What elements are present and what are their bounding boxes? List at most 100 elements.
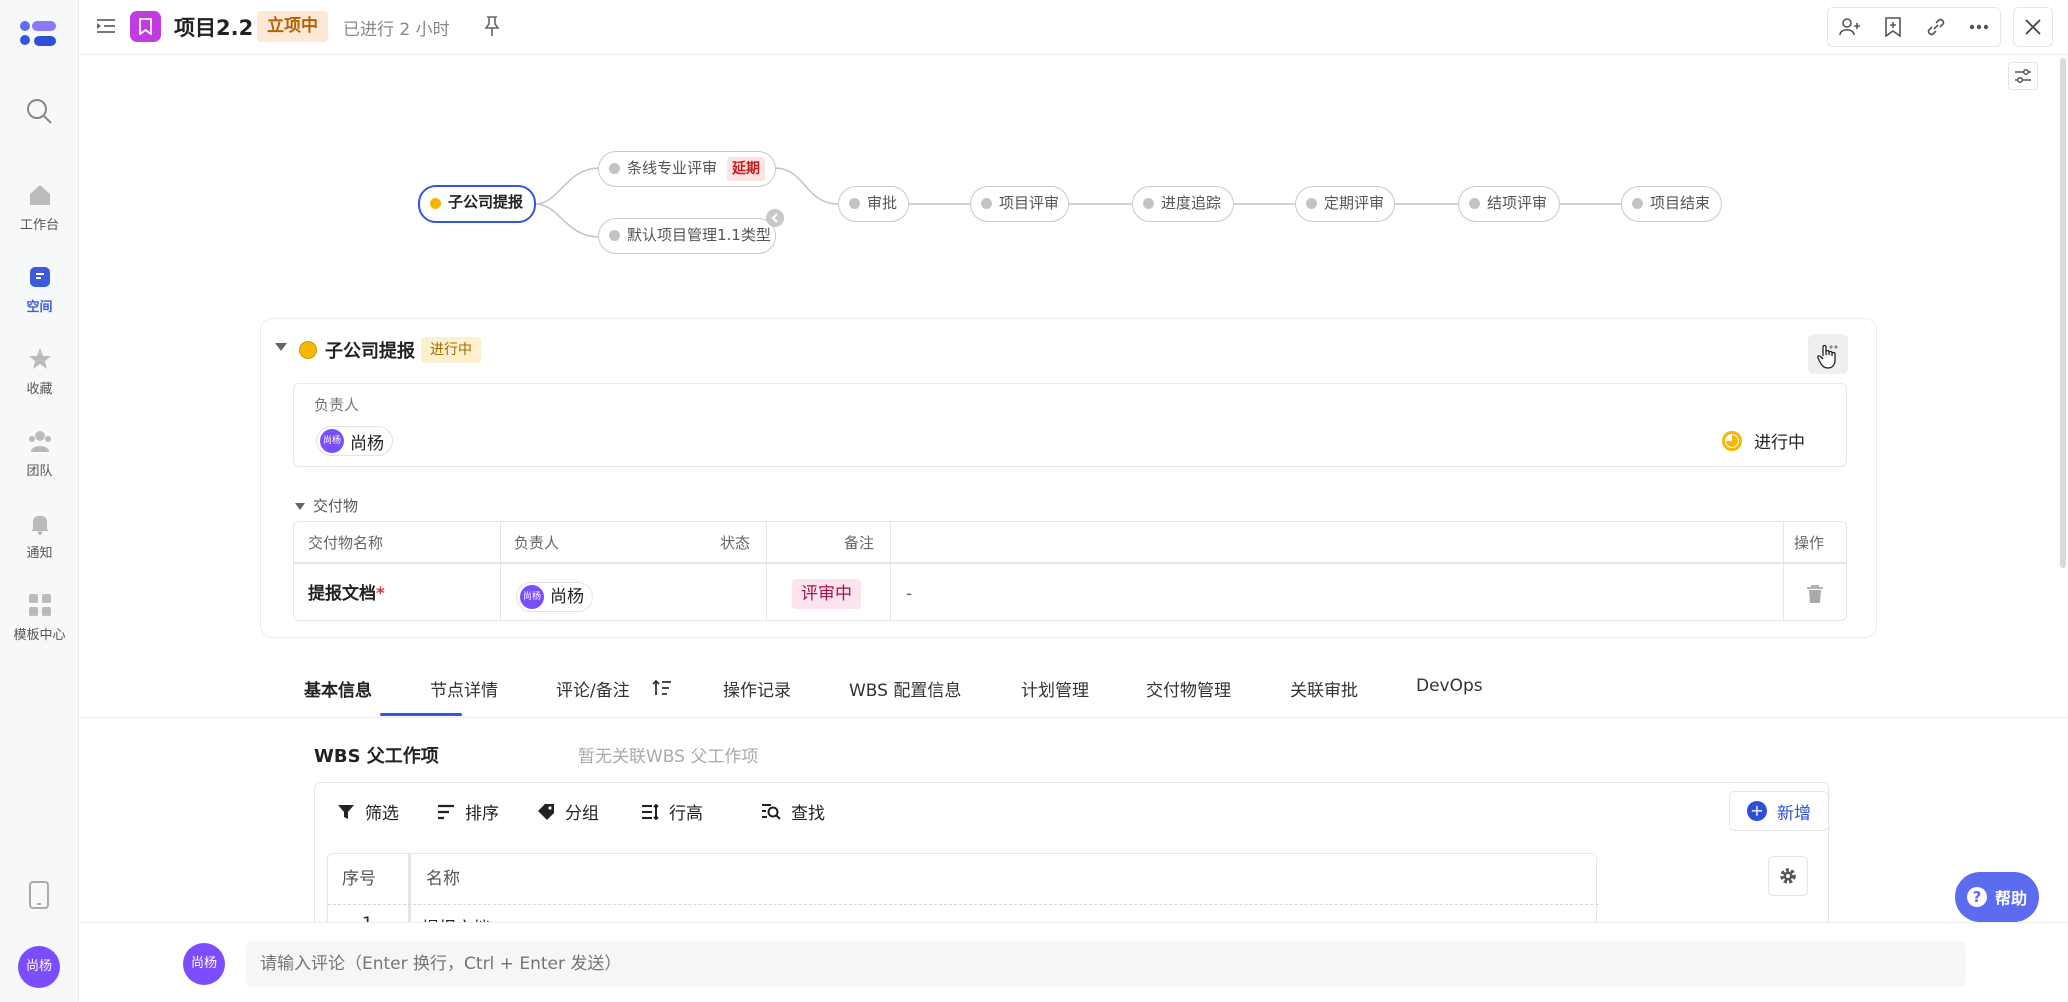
hand-cursor-icon: [1817, 344, 1838, 369]
sort-lines-icon: [438, 804, 454, 819]
status-dot: [849, 198, 860, 209]
tab-basic-info[interactable]: 基本信息: [304, 676, 372, 701]
sort-icon[interactable]: [652, 679, 672, 697]
find-icon: [762, 803, 781, 820]
status-dot: [1306, 198, 1317, 209]
tab-devops[interactable]: DevOps: [1416, 676, 1483, 696]
gear-icon: [1780, 868, 1796, 884]
wbs-parent-label: WBS 父工作项: [314, 746, 439, 767]
flow-node-label: 项目评审: [999, 194, 1060, 212]
tag-icon: [538, 803, 554, 820]
tab-node-details[interactable]: 节点详情: [430, 676, 498, 701]
table-header: 交付物名称 负责人 状态 备注 操作: [294, 522, 1846, 564]
flow-node-label: 审批: [867, 194, 898, 212]
question-icon: ?: [1966, 887, 1987, 907]
flow-node-step[interactable]: 项目结束: [1621, 186, 1722, 222]
collapse-branch-icon[interactable]: [765, 208, 785, 228]
deliverables-label: 交付物: [313, 497, 359, 515]
flow-node-step[interactable]: 定期评审: [1295, 186, 1395, 222]
comment-input[interactable]: [246, 941, 1966, 987]
flow-node-current[interactable]: 子公司提报: [418, 185, 536, 223]
stage-card: 子公司提报 进行中 负责人 尚杨 尚杨 进行中 交付物 交付物名称 负责人 状态…: [260, 318, 1877, 638]
help-button[interactable]: ? 帮助: [1955, 872, 2039, 922]
required-mark: *: [376, 584, 385, 604]
add-label: 新增: [1777, 803, 1811, 824]
find-label: 查找: [791, 804, 825, 824]
status-dot: [430, 198, 441, 209]
help-label: 帮助: [1994, 889, 2027, 908]
row-height-label: 行高: [669, 804, 703, 824]
progress-text: 进行中: [1754, 433, 1805, 453]
user-avatar[interactable]: 尚杨: [18, 946, 60, 988]
owner-name: 尚杨: [350, 433, 384, 454]
owner-name: 尚杨: [550, 587, 584, 607]
group-button[interactable]: 分组: [537, 799, 599, 824]
stage-title: 子公司提报: [325, 341, 415, 362]
flow-node-branch-bottom[interactable]: 默认项目管理1.1类型: [598, 218, 776, 254]
avatar: 尚杨: [320, 429, 344, 453]
flow-node-step[interactable]: 项目评审: [970, 186, 1069, 222]
tab-deliverables[interactable]: 交付物管理: [1146, 676, 1231, 701]
delete-icon[interactable]: [1806, 584, 1824, 604]
column-header: 名称: [426, 869, 460, 889]
tab-comments[interactable]: 评论/备注: [556, 676, 630, 701]
nav-label: 收藏: [26, 382, 53, 397]
wbs-parent-empty: 暂无关联WBS 父工作项: [578, 747, 759, 767]
status-dot: [981, 198, 992, 209]
nav-label: 团队: [26, 464, 53, 479]
find-button[interactable]: 查找: [761, 799, 825, 824]
flow-node-label: 结项评审: [1487, 194, 1548, 212]
active-tab-indicator: [380, 713, 462, 716]
sort-label: 排序: [465, 804, 499, 824]
nav-team[interactable]: 团队: [0, 428, 79, 479]
deliverables-table: 交付物名称 负责人 状态 备注 操作 提报文档* 尚杨 尚杨 评审中 -: [293, 521, 1847, 621]
tab-wbs-config[interactable]: WBS 配置信息: [849, 676, 961, 701]
progress-pie-icon: [1722, 430, 1742, 451]
filter-label: 筛选: [365, 804, 399, 824]
table-row[interactable]: 提报文档* 尚杨 尚杨 评审中 -: [294, 566, 1846, 620]
collapse-caret-icon[interactable]: [275, 343, 287, 351]
filter-button[interactable]: 筛选: [337, 799, 399, 824]
flow-node-label: 子公司提报: [448, 193, 524, 211]
stage-progress[interactable]: 进行中: [1722, 428, 1805, 453]
deliverable-name[interactable]: 提报文档*: [294, 566, 500, 620]
table-settings-button[interactable]: [1768, 856, 1808, 896]
column-header: 交付物名称: [308, 534, 384, 552]
tab-activity-log[interactable]: 操作记录: [723, 676, 791, 701]
owner-chip[interactable]: 尚杨 尚杨: [316, 426, 393, 456]
add-button[interactable]: + 新增: [1729, 791, 1829, 831]
owner-label: 负责人: [314, 396, 360, 414]
row-height-button[interactable]: 行高: [641, 799, 703, 824]
deliverable-status[interactable]: 评审中: [778, 566, 890, 620]
status-dot: [1143, 198, 1154, 209]
mobile-icon[interactable]: [26, 880, 52, 910]
header-divider: [328, 904, 1598, 905]
flow-node-label: 条线专业评审: [627, 159, 718, 177]
deliverable-owner[interactable]: 尚杨 尚杨: [502, 566, 762, 620]
tab-plan[interactable]: 计划管理: [1021, 676, 1089, 701]
row-height-icon: [642, 803, 659, 820]
deliverables-toggle[interactable]: 交付物: [295, 495, 358, 516]
nav-notifications[interactable]: 通知: [0, 510, 79, 561]
avatar: 尚杨: [183, 943, 225, 985]
nav-templates[interactable]: 模板中心: [0, 592, 79, 643]
detail-tabs: 基本信息 节点详情 评论/备注 操作记录 WBS 配置信息 计划管理 交付物管理…: [80, 660, 2068, 718]
column-header: 操作: [1794, 534, 1825, 552]
flow-node-step[interactable]: 审批: [838, 186, 909, 222]
owner-chip[interactable]: 尚杨 尚杨: [516, 582, 593, 612]
flow-node-step[interactable]: 进度追踪: [1132, 186, 1234, 222]
nav-favorites[interactable]: 收藏: [0, 346, 79, 397]
flow-node-step[interactable]: 结项评审: [1458, 186, 1560, 222]
flow-node-label: 项目结束: [1650, 194, 1711, 212]
stage-more-button[interactable]: [1808, 334, 1848, 374]
flow-node-branch-top[interactable]: 条线专业评审 延期: [598, 151, 776, 187]
flow-node-label: 默认项目管理1.1类型: [627, 226, 771, 244]
team-icon: [28, 431, 51, 452]
delay-badge: 延期: [727, 157, 765, 181]
sort-button[interactable]: 排序: [437, 799, 499, 824]
star-icon: [28, 348, 51, 369]
group-label: 分组: [565, 804, 599, 824]
comment-bar: 尚杨: [80, 922, 2068, 1002]
tab-approvals[interactable]: 关联审批: [1290, 676, 1358, 701]
deliverable-note[interactable]: -: [892, 566, 1772, 620]
